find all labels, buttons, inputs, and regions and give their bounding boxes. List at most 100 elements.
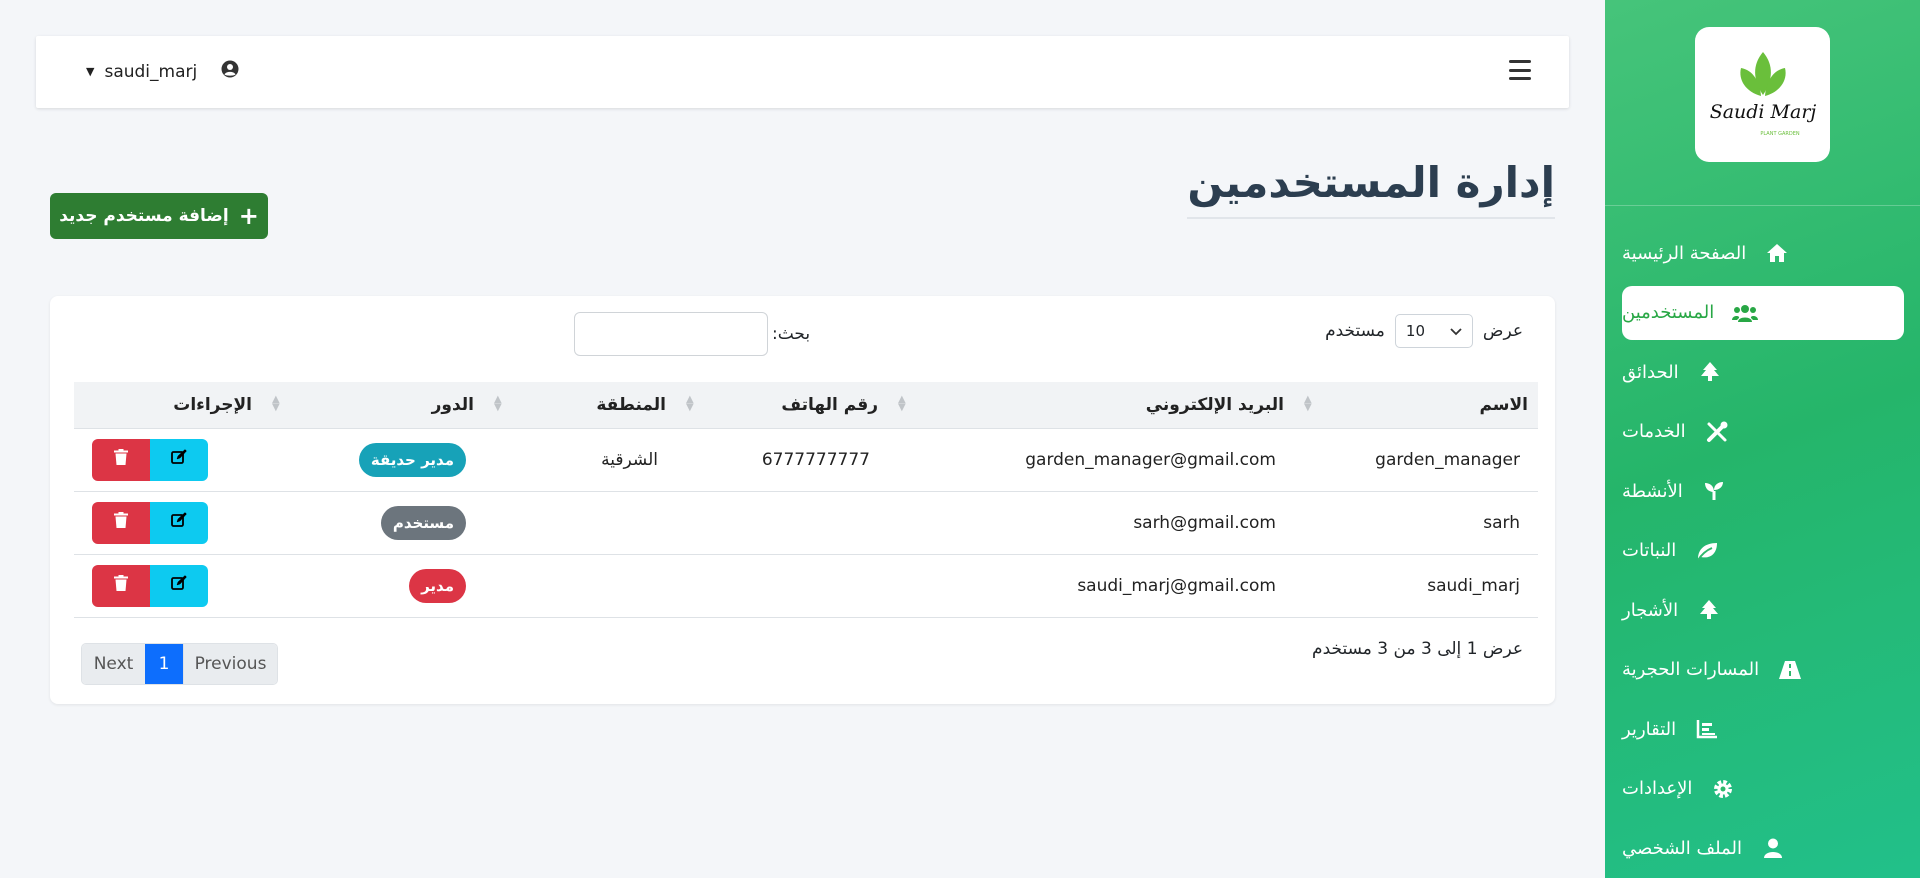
page-length-value: 10 [1405, 322, 1426, 340]
user-menu[interactable]: ▼ saudi_marj [86, 60, 239, 83]
column-header-actions: الإجراءات [74, 382, 262, 429]
cell-email: sarh@gmail.com [1133, 512, 1276, 533]
show-label: عرض [1482, 321, 1523, 341]
sidebar-item-home[interactable]: الصفحة الرئيسية [1622, 226, 1904, 280]
role-badge: مدير حديقة [358, 442, 466, 477]
sidebar-item-profile[interactable]: الملف الشخصي [1622, 821, 1904, 875]
role-badge: مدير [409, 568, 466, 603]
sidebar-item-label: النباتات [1622, 540, 1677, 561]
users-table: الاسم ▲ ▼ البريد الإلكتروني ▲ ▼ رقم الهاتف ▲ ▼… [74, 382, 1538, 618]
column-header-region[interactable]: المنطقة ▲ ▼ [484, 382, 676, 429]
previous-page-button[interactable]: Previous [183, 644, 277, 684]
sidebar-item-label: الأنشطة [1622, 480, 1683, 502]
cell-phone: 6777777777 [761, 449, 870, 470]
page-length-select[interactable]: 10 [1394, 314, 1473, 348]
cell-name: saudi_marj [1427, 575, 1520, 596]
hamburger-icon[interactable] [1509, 60, 1531, 80]
sidebar-item-users[interactable]: المستخدمين [1622, 285, 1904, 340]
add-user-label: إضافة مستخدم جديد [59, 206, 229, 226]
tree-icon [1696, 597, 1722, 623]
sidebar-item-plants[interactable]: النباتات [1622, 524, 1904, 578]
cell-role: مدير حديقة [262, 428, 484, 491]
page-length-control: عرض 10 مستخدم [1325, 314, 1523, 348]
caret-down-icon: ▼ [86, 65, 95, 78]
sidebar-item-label: الإعدادات [1622, 778, 1693, 799]
logo[interactable]: Saudi Marj PLANT GARDEN [1695, 27, 1830, 162]
pagination: Next 1 Previous [81, 643, 278, 685]
page-1-button[interactable]: 1 [145, 644, 183, 684]
cell-email: garden_manager@gmail.com [1025, 449, 1276, 470]
chevron-down-icon [1450, 322, 1462, 340]
search-input[interactable] [574, 312, 768, 356]
edit-icon [171, 512, 187, 533]
edit-icon [171, 575, 187, 596]
road-icon [1777, 657, 1803, 683]
home-icon [1764, 240, 1790, 266]
sidebar-item-label: الملف الشخصي [1622, 837, 1742, 859]
trash-icon [114, 512, 128, 533]
cell-email: saudi_marj@gmail.com [1077, 575, 1276, 596]
logo-text: Saudi Marj [1709, 101, 1816, 123]
cell-region [484, 491, 676, 554]
cell-role: مدير [262, 554, 484, 617]
sidebar-item-activities[interactable]: الأنشطة [1622, 464, 1904, 518]
column-header-phone[interactable]: رقم الهاتف ▲ ▼ [676, 382, 888, 429]
sidebar-item-stone-paths[interactable]: المسارات الحجرية [1622, 643, 1904, 697]
cell-region [484, 554, 676, 617]
cell-actions [74, 491, 262, 554]
sidebar-item-label: التقارير [1622, 718, 1677, 740]
sidebar-item-label: المستخدمين [1622, 302, 1715, 323]
user-icon [1760, 835, 1786, 861]
cell-actions [74, 428, 262, 491]
logo-subtext: PLANT GARDEN [1760, 131, 1799, 137]
trash-icon [114, 575, 128, 596]
column-header-name[interactable]: الاسم ▲ ▼ [1294, 382, 1538, 429]
sidebar-item-reports[interactable]: التقارير [1622, 702, 1904, 756]
cell-role: مستخدم [262, 491, 484, 554]
edit-button[interactable] [150, 564, 208, 607]
cell-name: sarh [1483, 512, 1520, 533]
delete-button[interactable] [92, 501, 150, 544]
cell-name: garden_manager [1375, 449, 1520, 470]
entries-label: مستخدم [1325, 321, 1385, 341]
add-user-button[interactable]: + إضافة مستخدم جديد [50, 193, 268, 239]
sidebar-item-gardens[interactable]: الحدائق [1622, 345, 1904, 399]
cell-region: الشرقية [601, 449, 658, 470]
chart-icon [1694, 716, 1720, 742]
top-navbar: ▼ saudi_marj [36, 36, 1569, 108]
page-title: إدارة المستخدمين [1187, 158, 1555, 219]
sort-icon: ▲ ▼ [272, 394, 280, 413]
sort-icon: ▲ ▼ [898, 394, 906, 413]
search-control: بحث: [574, 312, 810, 356]
edit-button[interactable] [150, 438, 208, 481]
sidebar-nav: الصفحة الرئيسية المستخدمين الحدائق الخدم… [1605, 226, 1920, 878]
table-row: saudi_marj saudi_marj@gmail.com مدير [74, 554, 1538, 617]
delete-button[interactable] [92, 438, 150, 481]
sidebar-item-label: الصفحة الرئيسية [1622, 242, 1747, 264]
sidebar-item-label: الأشجار [1622, 599, 1679, 621]
delete-button[interactable] [92, 564, 150, 607]
cell-phone [676, 554, 888, 617]
next-page-button[interactable]: Next [82, 644, 145, 684]
column-header-role[interactable]: الدور ▲ ▼ [262, 382, 484, 429]
trash-icon [114, 449, 128, 470]
sidebar-item-settings[interactable]: الإعدادات [1622, 762, 1904, 816]
tools-icon [1704, 419, 1730, 445]
sort-icon: ▲ ▼ [686, 394, 694, 413]
leaf-icon [1694, 538, 1720, 564]
sidebar-item-label: الحدائق [1622, 361, 1679, 383]
sort-icon: ▲ ▼ [1304, 394, 1312, 413]
column-header-email[interactable]: البريد الإلكتروني ▲ ▼ [888, 382, 1294, 429]
edit-button[interactable] [150, 501, 208, 544]
sidebar: Saudi Marj PLANT GARDEN الصفحة الرئيسية … [1605, 0, 1920, 878]
users-card: عرض 10 مستخدم بحث: الاسم ▲ ▼ البريد الإلكت… [50, 296, 1555, 704]
sidebar-item-trees[interactable]: الأشجار [1622, 583, 1904, 637]
role-badge: مستخدم [380, 505, 466, 540]
cell-phone [676, 491, 888, 554]
user-circle-icon [221, 60, 239, 83]
sidebar-item-services[interactable]: الخدمات [1622, 405, 1904, 459]
table-row: garden_manager garden_manager@gmail.com … [74, 428, 1538, 491]
users-icon [1732, 300, 1759, 326]
table-header-row: الاسم ▲ ▼ البريد الإلكتروني ▲ ▼ رقم الهاتف ▲ ▼… [74, 382, 1538, 429]
sort-icon: ▲ ▼ [494, 394, 502, 413]
